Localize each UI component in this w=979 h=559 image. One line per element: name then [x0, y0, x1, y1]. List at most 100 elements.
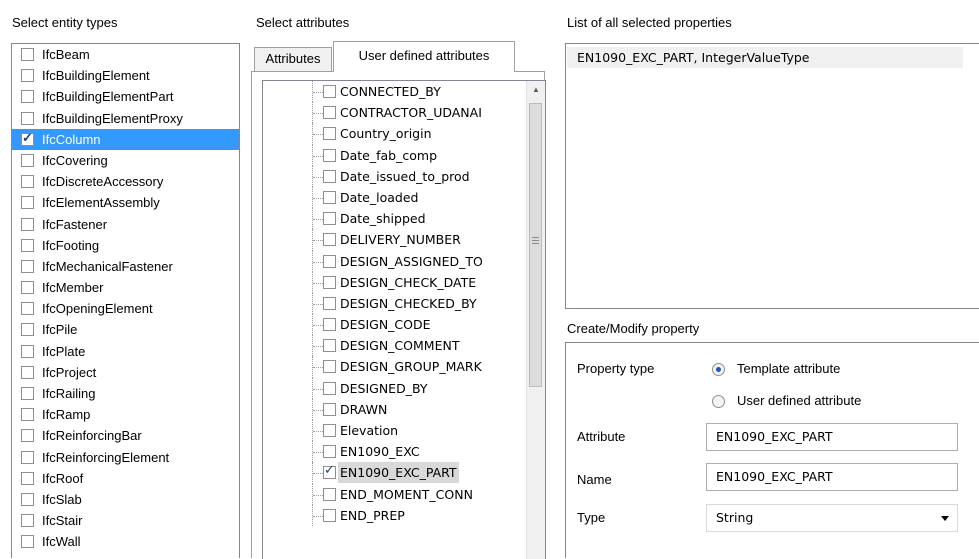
user-defined-attribute-radio[interactable] [712, 395, 725, 408]
attribute-tree-item[interactable]: Date_fab_comp [263, 144, 545, 166]
attribute-checkbox[interactable] [323, 106, 336, 120]
attribute-tree-item[interactable]: DESIGN_GROUP_MARK [263, 356, 545, 378]
entity-type-item[interactable]: IfcCovering [12, 150, 239, 171]
entity-type-list[interactable]: IfcBeam IfcBuildingElement IfcBuildingElem… [11, 43, 240, 558]
entity-type-item[interactable]: IfcWall [12, 531, 239, 552]
attribute-checkbox[interactable] [323, 212, 336, 226]
entity-checkbox[interactable] [21, 387, 34, 400]
entity-checkbox[interactable] [21, 302, 34, 316]
entity-checkbox[interactable] [21, 365, 34, 379]
entity-type-item[interactable]: IfcBuildingElementPart [12, 86, 239, 107]
attribute-checkbox[interactable] [323, 339, 336, 353]
entity-type-item[interactable]: IfcBeam [12, 44, 239, 65]
entity-checkbox[interactable] [21, 90, 34, 104]
entity-type-item[interactable]: IfcRoof [12, 468, 239, 489]
entity-type-item[interactable]: IfcRailing [12, 383, 239, 404]
entity-checkbox[interactable] [21, 259, 34, 273]
attribute-tree-item[interactable]: Elevation [263, 420, 545, 442]
attribute-tree-item[interactable]: EN1090_EXC [263, 441, 545, 463]
attribute-tree-item[interactable]: END_MOMENT_CONN [263, 483, 545, 505]
entity-type-item[interactable]: IfcMechanicalFastener [12, 256, 239, 277]
chevron-down-icon[interactable] [941, 516, 949, 521]
selected-properties-list[interactable]: EN1090_EXC_PART, IntegerValueType [565, 43, 979, 309]
attribute-checkbox[interactable]: ✓ [323, 463, 336, 480]
attribute-tree-item[interactable]: ✓ EN1090_EXC_PART [263, 462, 545, 484]
attribute-checkbox[interactable] [323, 275, 336, 289]
entity-checkbox[interactable] [21, 217, 34, 231]
entity-checkbox[interactable] [21, 450, 34, 464]
entity-checkbox[interactable] [21, 535, 34, 549]
entity-type-item[interactable]: IfcBuildingElement [12, 65, 239, 86]
entity-type-item[interactable]: IfcRamp [12, 404, 239, 425]
name-field[interactable]: EN1090_EXC_PART [706, 463, 958, 491]
entity-checkbox[interactable] [21, 153, 34, 167]
entity-type-item[interactable]: IfcFastener [12, 214, 239, 235]
attribute-tree-item[interactable]: DESIGN_CHECK_DATE [263, 271, 545, 293]
attribute-tree-item[interactable]: END_PREP [263, 504, 545, 526]
vertical-scrollbar[interactable]: ▲ [526, 81, 545, 559]
entity-type-item[interactable]: IfcElementAssembly [12, 192, 239, 213]
scroll-up-icon[interactable]: ▲ [527, 81, 545, 98]
attribute-tree[interactable]: CONNECTED_BY CONTRACTOR_UDANAI Country_ori… [262, 80, 546, 559]
entity-checkbox[interactable] [21, 69, 34, 83]
attribute-tree-item[interactable]: DESIGN_ASSIGNED_TO [263, 250, 545, 272]
entity-checkbox[interactable] [21, 323, 34, 337]
entity-type-item[interactable]: IfcProject [12, 362, 239, 383]
type-dropdown[interactable]: String [706, 504, 958, 532]
entity-type-item[interactable]: IfcReinforcingElement [12, 447, 239, 468]
attribute-checkbox[interactable] [323, 318, 336, 332]
attribute-checkbox[interactable] [323, 487, 336, 501]
scroll-thumb[interactable] [529, 103, 542, 387]
attribute-tree-item[interactable]: DESIGN_CHECKED_BY [263, 292, 545, 315]
attribute-checkbox[interactable] [323, 360, 336, 374]
attribute-tree-item[interactable]: DESIGN_COMMENT [263, 335, 545, 357]
attribute-tree-item[interactable]: DELIVERY_NUMBER [263, 229, 545, 251]
tab-attributes[interactable]: Attributes [254, 47, 332, 71]
entity-checkbox[interactable] [21, 196, 34, 210]
property-list-item[interactable]: EN1090_EXC_PART, IntegerValueType [567, 47, 963, 68]
entity-type-item[interactable]: IfcPlate [12, 341, 239, 362]
entity-type-item[interactable]: IfcReinforcingBar [12, 425, 239, 446]
entity-type-item[interactable]: IfcStair [12, 510, 239, 531]
entity-checkbox[interactable] [21, 281, 34, 295]
attribute-checkbox[interactable] [323, 233, 336, 247]
attribute-checkbox[interactable] [323, 127, 336, 141]
entity-checkbox[interactable] [21, 514, 34, 528]
attribute-tree-item[interactable]: Date_loaded [263, 186, 545, 209]
attribute-checkbox[interactable] [323, 190, 336, 204]
entity-type-item[interactable]: IfcMember [12, 277, 239, 298]
attribute-tree-item[interactable]: DRAWN [263, 398, 545, 420]
entity-checkbox[interactable] [21, 111, 34, 125]
attribute-checkbox[interactable] [323, 85, 336, 98]
attribute-checkbox[interactable] [323, 508, 336, 522]
attribute-checkbox[interactable] [323, 402, 336, 416]
entity-checkbox[interactable] [21, 48, 34, 61]
entity-type-item[interactable]: ✓ IfcColumn [12, 128, 239, 150]
entity-type-item[interactable]: IfcSlab [12, 489, 239, 510]
entity-type-item[interactable]: IfcPile [12, 319, 239, 340]
attribute-checkbox[interactable] [323, 254, 336, 268]
attribute-tree-item[interactable]: CONNECTED_BY [263, 81, 545, 103]
attribute-tree-item[interactable]: Date_issued_to_prod [263, 165, 545, 187]
entity-type-item[interactable]: IfcFooting [12, 235, 239, 256]
entity-checkbox[interactable]: ✓ [21, 130, 34, 146]
attribute-tree-item[interactable]: CONTRACTOR_UDANAI [263, 102, 545, 124]
attribute-tree-item[interactable]: DESIGNED_BY [263, 377, 545, 399]
template-attribute-label[interactable]: Template attribute [737, 361, 840, 376]
entity-type-item[interactable]: IfcDiscreteAccessory [12, 171, 239, 192]
entity-checkbox[interactable] [21, 175, 34, 189]
attribute-checkbox[interactable] [323, 148, 336, 162]
attribute-tree-item[interactable]: Date_shipped [263, 208, 545, 230]
entity-checkbox[interactable] [21, 492, 34, 506]
template-attribute-radio[interactable] [712, 363, 725, 376]
attribute-tree-item[interactable]: DESIGN_CODE [263, 314, 545, 336]
attribute-tree-item[interactable]: Country_origin [263, 123, 545, 145]
entity-checkbox[interactable] [21, 344, 34, 358]
attribute-field[interactable]: EN1090_EXC_PART [706, 423, 958, 451]
entity-type-item[interactable]: IfcOpeningElement [12, 298, 239, 319]
tab-user-defined-attributes[interactable]: User defined attributes [333, 41, 515, 72]
entity-type-item[interactable]: IfcBuildingElementProxy [12, 108, 239, 129]
attribute-checkbox[interactable] [323, 424, 336, 437]
entity-checkbox[interactable] [21, 429, 34, 443]
attribute-checkbox[interactable] [323, 381, 336, 395]
